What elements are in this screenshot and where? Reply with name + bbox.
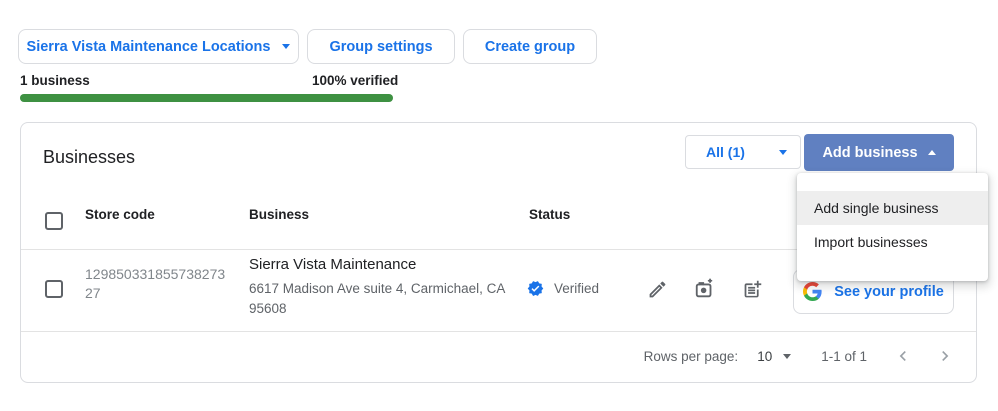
rows-per-page-label: Rows per page: (644, 349, 739, 364)
verified-badge-icon (527, 280, 544, 297)
add-business-button[interactable]: Add business (804, 134, 954, 171)
store-code-cell: 12985033185573827327 (85, 265, 232, 303)
chevron-left-icon[interactable] (893, 346, 913, 366)
column-header-status: Status (529, 207, 570, 222)
rows-per-page-caret-icon[interactable] (783, 354, 791, 359)
caret-down-icon (282, 44, 290, 49)
pagination: Rows per page: 10 1-1 of 1 (644, 342, 955, 370)
business-profile-manager: Sierra Vista Maintenance Locations Group… (0, 0, 998, 411)
see-your-profile-label: See your profile (834, 284, 944, 300)
verified-progress-bar (20, 94, 393, 102)
row-divider (21, 331, 976, 332)
business-address: 6617 Madison Ave suite 4, Carmichael, CA… (249, 279, 505, 319)
status-label: Verified (554, 281, 599, 296)
filter-dropdown-label: All (1) (706, 144, 745, 160)
location-group-selector[interactable]: Sierra Vista Maintenance Locations (18, 29, 299, 64)
rows-per-page-value[interactable]: 10 (757, 349, 772, 364)
add-photo-icon (694, 278, 716, 300)
google-g-icon (803, 282, 822, 301)
business-name[interactable]: Sierra Vista Maintenance (249, 256, 416, 273)
menu-item-add-single-business[interactable]: Add single business (797, 191, 988, 225)
group-settings-button[interactable]: Group settings (307, 29, 455, 64)
edit-button[interactable] (643, 275, 671, 303)
create-group-button[interactable]: Create group (463, 29, 597, 64)
column-header-business: Business (249, 207, 309, 222)
add-post-button[interactable] (738, 275, 766, 303)
status-cell: Verified (527, 280, 599, 297)
select-all-checkbox[interactable] (45, 212, 63, 230)
add-photo-button[interactable] (691, 275, 719, 303)
panel-title: Businesses (43, 147, 135, 168)
business-count-label: 1 business (20, 73, 90, 88)
add-business-label: Add business (822, 145, 917, 161)
menu-item-import-businesses[interactable]: Import businesses (797, 225, 988, 259)
pagination-range-label: 1-1 of 1 (821, 349, 867, 364)
add-business-menu: Add single business Import businesses (797, 173, 988, 281)
verified-progress-fill (20, 94, 393, 102)
caret-down-icon (779, 150, 787, 155)
edit-icon (647, 279, 668, 300)
filter-dropdown[interactable]: All (1) (685, 135, 801, 169)
chevron-right-icon[interactable] (935, 346, 955, 366)
caret-up-icon (928, 150, 936, 155)
verified-percent-label: 100% verified (312, 73, 398, 88)
location-group-selector-label: Sierra Vista Maintenance Locations (27, 39, 271, 55)
row-checkbox[interactable] (45, 280, 63, 298)
column-header-store-code: Store code (85, 207, 155, 222)
add-post-icon (742, 279, 763, 300)
